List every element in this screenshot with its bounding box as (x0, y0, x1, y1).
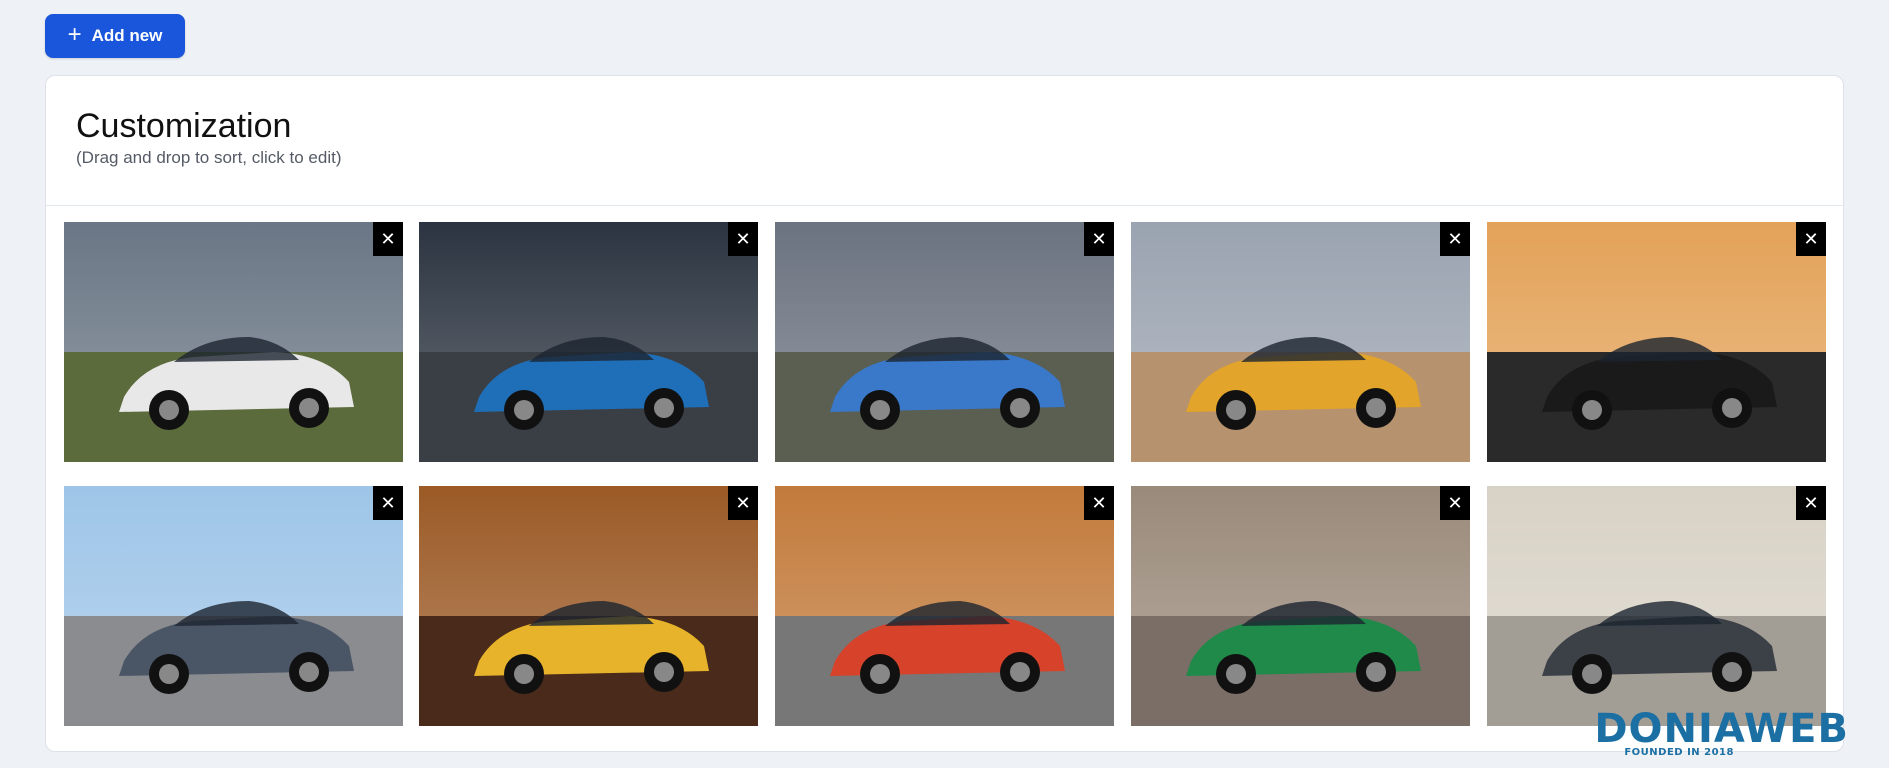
car-photo (419, 486, 758, 726)
gallery-image-tile[interactable]: ✕ (1131, 222, 1470, 462)
gallery-image-tile[interactable]: ✕ (775, 486, 1114, 726)
plus-icon: + (67, 20, 82, 48)
watermark-logo: DONIAWEB (1594, 706, 1849, 752)
remove-image-button[interactable]: ✕ (728, 222, 758, 256)
add-new-label: Add new (91, 26, 163, 45)
panel-header: Customization (Drag and drop to sort, cl… (46, 76, 1843, 206)
remove-image-button[interactable]: ✕ (1440, 486, 1470, 520)
customization-panel: Customization (Drag and drop to sort, cl… (45, 75, 1844, 752)
car-photo (775, 486, 1114, 726)
car-photo (775, 222, 1114, 462)
car-photo (1131, 486, 1470, 726)
car-photo (419, 222, 758, 462)
gallery-image-tile[interactable]: ✕ (1487, 222, 1826, 462)
remove-image-button[interactable]: ✕ (1796, 486, 1826, 520)
remove-image-button[interactable]: ✕ (1084, 486, 1114, 520)
gallery-image-tile[interactable]: ✕ (64, 222, 403, 462)
remove-image-button[interactable]: ✕ (373, 486, 403, 520)
car-photo (1131, 222, 1470, 462)
car-photo (1487, 222, 1826, 462)
car-photo (1487, 486, 1826, 726)
add-new-button[interactable]: + Add new (45, 14, 185, 58)
gallery-image-tile[interactable]: ✕ (419, 222, 758, 462)
panel-subtitle: (Drag and drop to sort, click to edit) (76, 148, 342, 167)
gallery-image-tile[interactable]: ✕ (64, 486, 403, 726)
remove-image-button[interactable]: ✕ (1084, 222, 1114, 256)
doniaweb-watermark: DONIAWEB FOUNDED IN 2018 (1594, 709, 1849, 758)
remove-image-button[interactable]: ✕ (728, 486, 758, 520)
remove-image-button[interactable]: ✕ (1796, 222, 1826, 256)
car-photo (64, 486, 403, 726)
car-photo (64, 222, 403, 462)
gallery-image-tile[interactable]: ✕ (1131, 486, 1470, 726)
gallery-image-tile[interactable]: ✕ (775, 222, 1114, 462)
remove-image-button[interactable]: ✕ (373, 222, 403, 256)
gallery-image-tile[interactable]: ✕ (1487, 486, 1826, 726)
panel-title: Customization (76, 107, 292, 145)
remove-image-button[interactable]: ✕ (1440, 222, 1470, 256)
gallery-image-tile[interactable]: ✕ (419, 486, 758, 726)
